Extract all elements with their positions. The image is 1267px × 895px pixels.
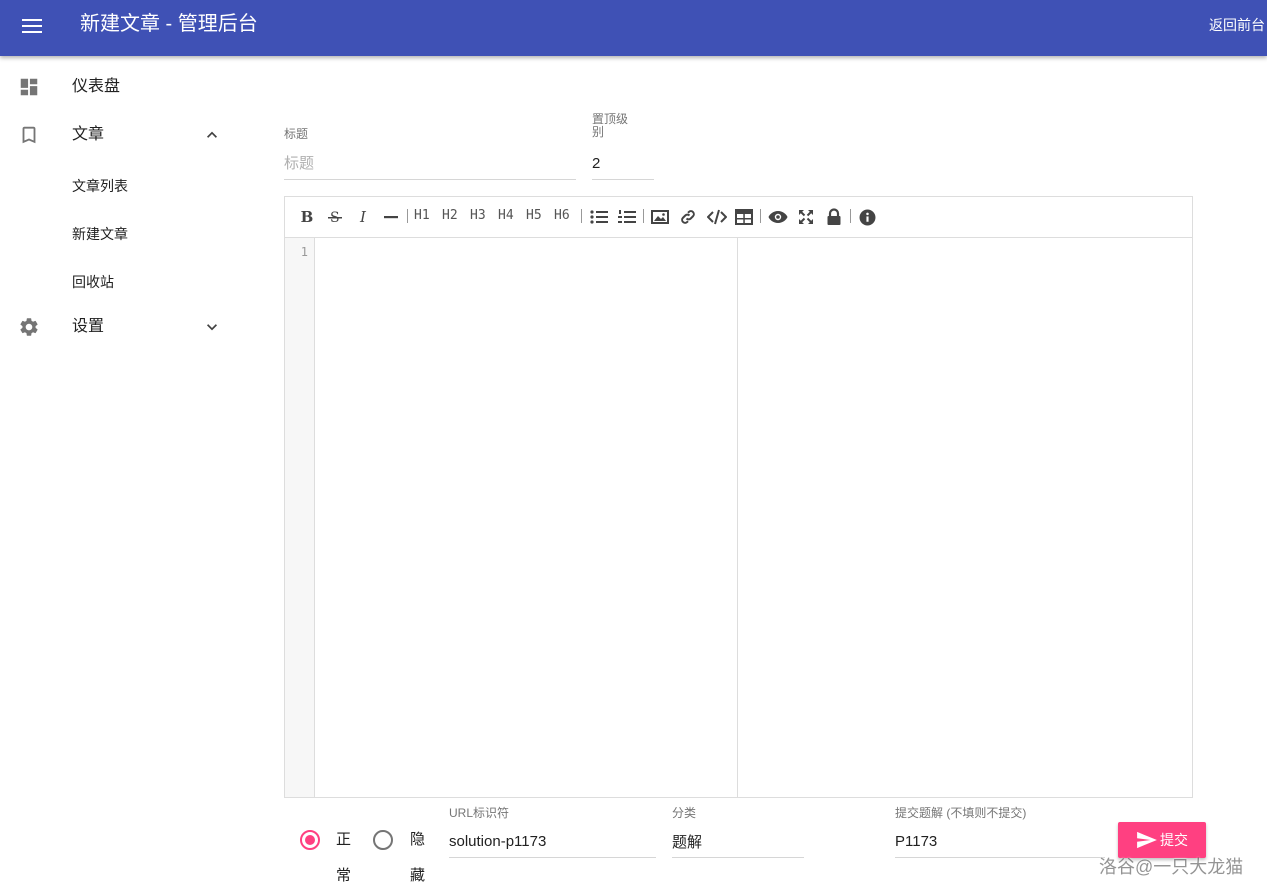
sidebar-item-articles[interactable]: 文章 [0, 111, 240, 159]
heading-6-icon[interactable]: H6 [554, 208, 570, 223]
pin-level-input[interactable] [592, 148, 654, 180]
toolbar-divider [760, 209, 761, 223]
sidebar-item-label: 设置 [72, 318, 105, 335]
sidebar-item-label: 文章列表 [72, 178, 128, 194]
status-hidden-label[interactable]: 隐藏 [410, 822, 426, 894]
watermark: 洛谷@一只大龙猫 [1099, 857, 1244, 877]
send-icon [1137, 831, 1157, 849]
sidebar-item-settings[interactable]: 设置 [0, 303, 240, 351]
page-title: 新建文章 - 管理后台 [80, 13, 258, 35]
back-to-frontend-link[interactable]: 返回前台 [1209, 15, 1265, 35]
toolbar-divider [643, 209, 644, 223]
bookmark-icon [22, 126, 36, 144]
url-slug-input[interactable] [449, 826, 656, 858]
sidebar-item-recycle-bin[interactable]: 回收站 [0, 255, 240, 303]
fullscreen-icon[interactable] [796, 207, 816, 227]
heading-3-icon[interactable]: H3 [470, 208, 486, 223]
sidebar-item-label: 新建文章 [72, 226, 128, 242]
sidebar-item-dashboard[interactable]: 仪表盘 [0, 63, 240, 111]
markdown-editor: B S I H1 H2 H3 H4 H5 H6 1 [284, 196, 1193, 798]
heading-4-icon[interactable]: H4 [498, 208, 514, 223]
sidebar-item-label: 仪表盘 [72, 78, 121, 95]
line-number-gutter: 1 [285, 238, 315, 797]
bold-icon[interactable]: B [299, 207, 315, 227]
gear-icon [20, 318, 38, 336]
status-normal-radio[interactable] [300, 830, 320, 850]
link-icon[interactable] [678, 207, 698, 227]
url-slug-label: URL标识符 [449, 806, 510, 820]
title-input[interactable] [284, 148, 576, 180]
toolbar-divider [407, 209, 408, 223]
preview-eye-icon[interactable] [767, 207, 789, 227]
submit-button-label: 提交 [1160, 832, 1188, 848]
category-label: 分类 [672, 806, 697, 820]
chevron-up-icon [207, 131, 217, 138]
line-number: 1 [300, 245, 308, 259]
sidebar-item-new-article[interactable]: 新建文章 [0, 207, 240, 255]
app-bar: 新建文章 - 管理后台 返回前台 [0, 0, 1267, 56]
pin-level-label: 置顶级别 [592, 112, 629, 139]
category-input[interactable] [672, 826, 804, 858]
sidebar-item-label: 文章 [72, 126, 105, 143]
submit-solution-label: 提交题解 (不填则不提交) [895, 806, 1027, 820]
sidebar: 仪表盘 文章 文章列表 新建文章 回收站 设置 [0, 56, 240, 895]
markdown-source-textarea[interactable] [316, 238, 738, 797]
horizontal-rule-icon[interactable] [382, 207, 400, 227]
menu-icon[interactable] [20, 14, 44, 38]
markdown-preview-pane [739, 238, 1192, 797]
toolbar-divider [850, 209, 851, 223]
dashboard-icon [20, 78, 38, 96]
sidebar-item-label: 回收站 [72, 274, 114, 290]
strikethrough-icon[interactable]: S [326, 207, 344, 227]
chevron-down-icon [207, 324, 217, 331]
unordered-list-icon[interactable] [589, 207, 609, 227]
heading-2-icon[interactable]: H2 [442, 208, 458, 223]
heading-1-icon[interactable]: H1 [414, 208, 430, 223]
ordered-list-icon[interactable] [617, 207, 637, 227]
status-hidden-radio[interactable] [373, 830, 393, 850]
heading-5-icon[interactable]: H5 [526, 208, 542, 223]
toolbar-divider [581, 209, 582, 223]
code-icon[interactable] [706, 207, 728, 227]
status-normal-label[interactable]: 正常 [336, 822, 352, 894]
image-icon[interactable] [650, 207, 670, 227]
editor-toolbar: B S I H1 H2 H3 H4 H5 H6 [285, 197, 1192, 238]
title-label: 标题 [284, 127, 309, 141]
submit-solution-input[interactable] [895, 826, 1105, 858]
lock-icon[interactable] [824, 207, 844, 227]
info-icon[interactable] [857, 207, 877, 227]
table-icon[interactable] [734, 207, 754, 227]
italic-icon[interactable]: I [355, 207, 371, 227]
sidebar-item-article-list[interactable]: 文章列表 [0, 159, 240, 207]
